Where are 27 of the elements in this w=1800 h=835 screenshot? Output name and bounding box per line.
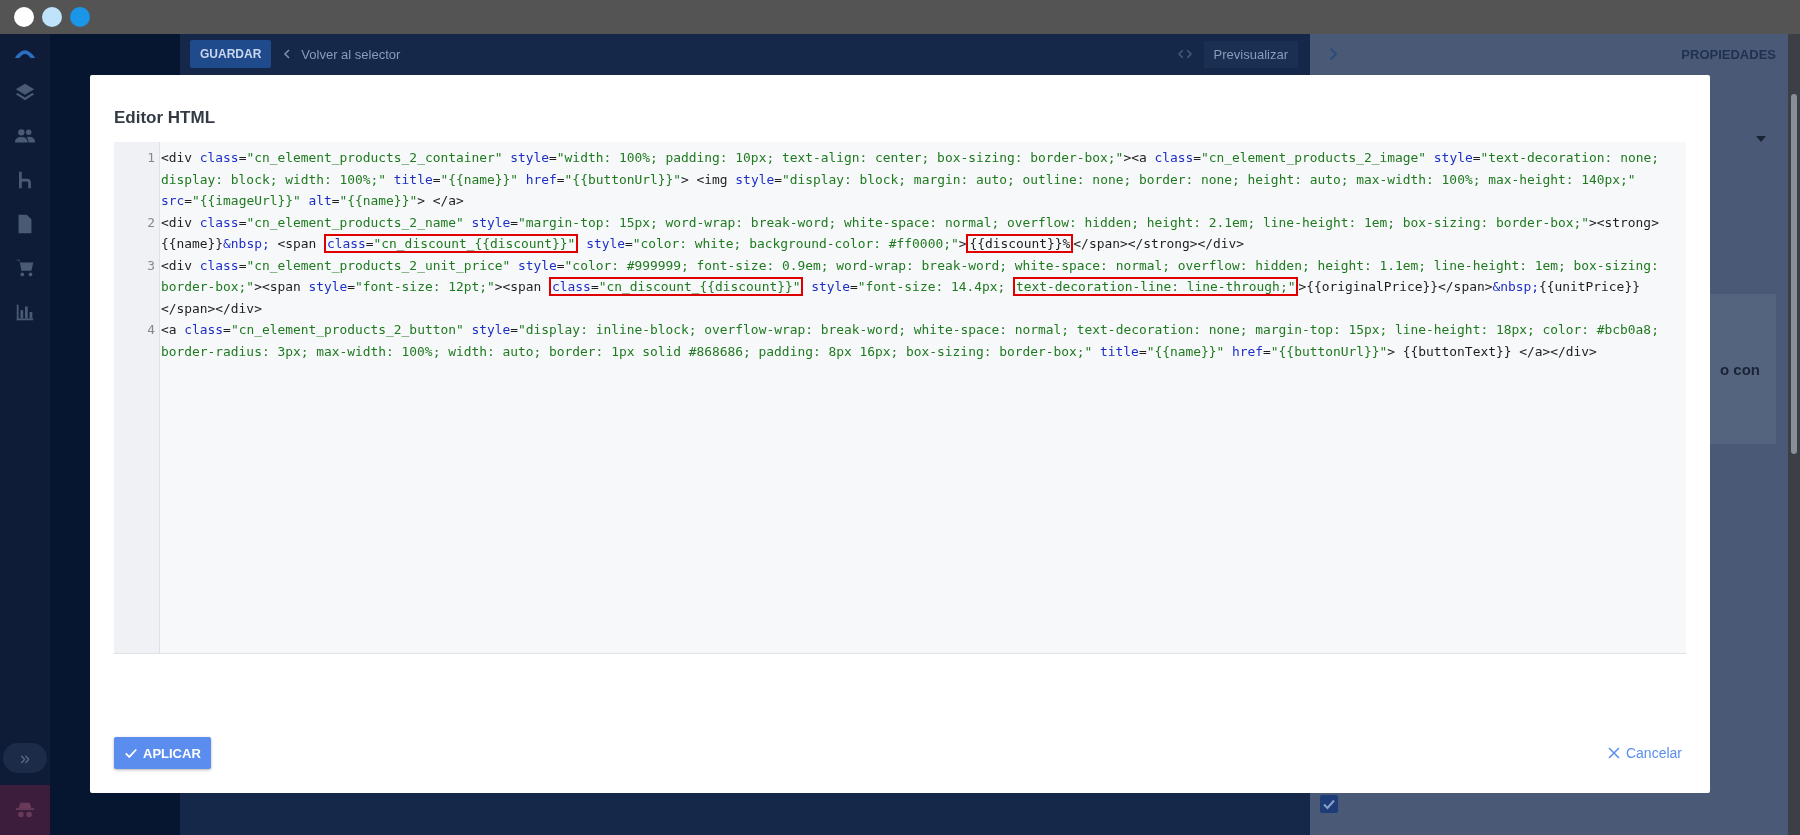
save-button[interactable]: GUARDAR — [190, 40, 272, 68]
window-dot-icon[interactable] — [14, 7, 34, 27]
apply-button[interactable]: APLICAR — [114, 737, 211, 769]
check-icon — [124, 746, 138, 760]
preview-button[interactable]: Previsualizar — [1203, 40, 1298, 68]
line-number: 3 — [146, 256, 156, 275]
back-link[interactable]: Volver al selector — [295, 45, 407, 63]
code-line: <div class="cn_element_products_2_container" style="width: 100%; padding: 10px; text-align: center; box-sizing: border-box;"><a class="cn_element_products_2_image" style="text-decoration: none; display: block; width: 100%;" title="{{name}}" href="{{buttonUrl}}"> <img style="display: block; margin: auto; outline: none; border: none; height: auto; max-width: 100%; max-height: 140px;" src="{{imageUrl}}" alt="{{name}}"> </a> — [161, 149, 1660, 210]
window-dot-icon[interactable] — [42, 7, 62, 27]
code-line: <div class="cn_element_products_2_unit_price" style="color: #999999; font-size: 0.9em; word-wrap: break-word; white-space: normal; overflow: hidden; height: 1.1em; line-height: 1em; box-sizing: border-box;"><span style="font-size: 12pt;"><span class="cn_discount_{{discount}}" style="font-size: 14.4px; text-decoration-line: line-through;" >{{originalPrice}}</span>&nbsp;{{unitPrice}}</span></div> — [161, 256, 1660, 318]
cancel-button[interactable]: Cancelar — [1603, 737, 1686, 769]
incognito-button[interactable] — [0, 785, 50, 835]
expand-button[interactable]: » — [3, 743, 47, 773]
code-line: <a class="cn_element_products_2_button" style="display: inline-block; overflow-wrap: break-word; white-space: normal; text-decoration: none; margin-top: 15px; line-height: 18px; color: #bcb0a8; border-radius: 3px; max-width: 100%; width: auto; border: 1px solid #868686; padding: 8px 16px; box-sizing: border-box;" title="{{name}}" href="{{buttonUrl}}"> {{buttonText}} </a></div> — [161, 321, 1660, 361]
line-number: 4 — [146, 321, 156, 339]
code-editor[interactable] — [114, 142, 1686, 654]
card-text: o con — [1720, 360, 1760, 378]
code-line: <div class="cn_element_products_2_name" style="margin-top: 15px; word-wrap: break-word; white-space: normal; overflow: hidden; height: 2.1em; line-height: 1em; box-sizing: border-box;"><strong>{{name}}&nbsp; <span class="cn_discount_{{discount}}" style="color: white; background-color: #ff0000;"> {{discount}}% </span></strong></div> — [161, 213, 1660, 255]
window-dot-icon[interactable] — [70, 7, 90, 27]
layers-icon[interactable] — [14, 81, 36, 103]
line-number: 2 — [146, 213, 156, 232]
checkbox[interactable] — [1320, 795, 1338, 813]
close-icon — [1607, 747, 1620, 759]
line-number: 1 — [146, 149, 156, 167]
caret-icon[interactable] — [1756, 136, 1766, 142]
dialog-title: Editor HTML — [114, 107, 217, 129]
scrollbar[interactable] — [1788, 34, 1800, 835]
